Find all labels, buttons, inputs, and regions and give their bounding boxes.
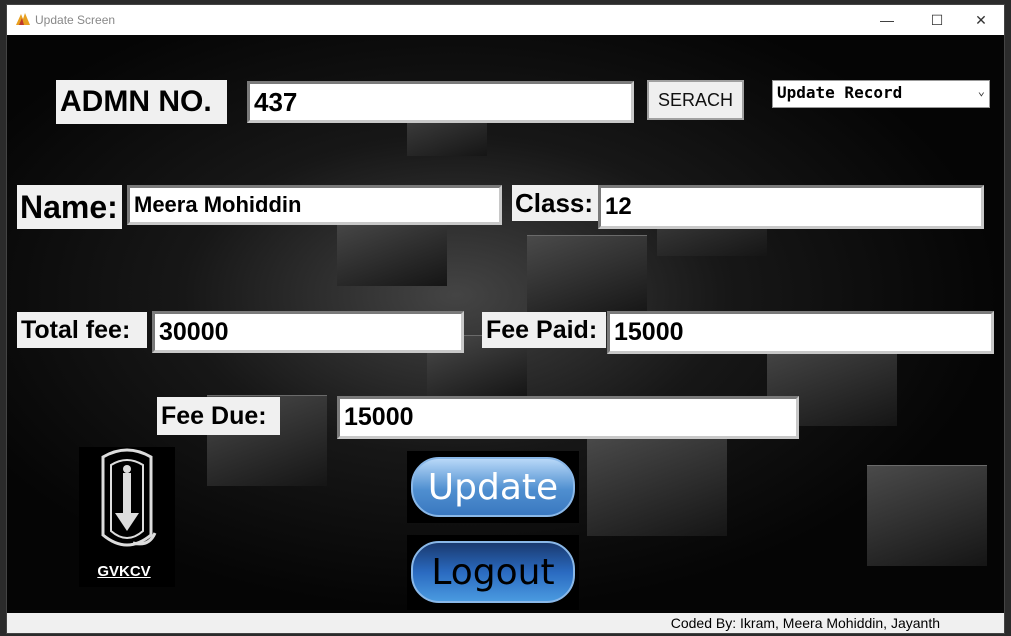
- credits-text: Coded By: Ikram, Meera Mohiddin, Jayanth: [670, 615, 940, 631]
- mode-select[interactable]: Update Record ⌄: [772, 80, 990, 108]
- background-cube: [867, 465, 987, 566]
- status-bar: Coded By: Ikram, Meera Mohiddin, Jayanth: [7, 613, 1004, 633]
- class-input[interactable]: 12: [598, 185, 984, 229]
- class-label: Class:: [512, 185, 598, 221]
- maximize-button[interactable]: ☐: [914, 5, 960, 35]
- minimize-button[interactable]: —: [864, 5, 910, 35]
- admn-no-label: ADMN NO.: [56, 80, 227, 124]
- update-screen-window: Update Screen — ☐ ✕ ADMN NO. 437 SERACH …: [6, 4, 1005, 634]
- mode-select-value: Update Record: [777, 83, 903, 102]
- app-feather-icon: [16, 13, 30, 25]
- fee-paid-input[interactable]: 15000: [607, 311, 994, 354]
- logo-caption: GVKCV: [97, 563, 151, 580]
- window-title: Update Screen: [35, 13, 116, 27]
- update-button-label: Update: [411, 457, 575, 517]
- title-bar: Update Screen — ☐ ✕: [7, 5, 1004, 35]
- background-cube: [337, 215, 447, 286]
- total-fee-label: Total fee:: [17, 312, 147, 348]
- form-background: ADMN NO. 437 SERACH Update Record ⌄ Name…: [7, 35, 1004, 613]
- name-label: Name:: [17, 185, 122, 229]
- school-logo: GVKCV: [79, 447, 175, 587]
- search-button[interactable]: SERACH: [647, 80, 744, 120]
- update-button[interactable]: Update: [407, 451, 579, 523]
- total-fee-input[interactable]: 30000: [152, 311, 464, 353]
- background-cube: [527, 235, 647, 316]
- logout-button-label: Logout: [411, 541, 575, 603]
- school-emblem-icon: [101, 448, 157, 547]
- logout-button[interactable]: Logout: [407, 535, 579, 610]
- close-button[interactable]: ✕: [958, 5, 1004, 35]
- fee-paid-label: Fee Paid:: [482, 312, 606, 348]
- fee-due-input[interactable]: 15000: [337, 396, 799, 439]
- fee-due-label: Fee Due:: [157, 397, 280, 435]
- admn-no-input[interactable]: 437: [247, 81, 634, 123]
- name-input[interactable]: Meera Mohiddin: [127, 185, 502, 225]
- background-cube: [587, 435, 727, 536]
- chevron-down-icon: ⌄: [977, 84, 985, 98]
